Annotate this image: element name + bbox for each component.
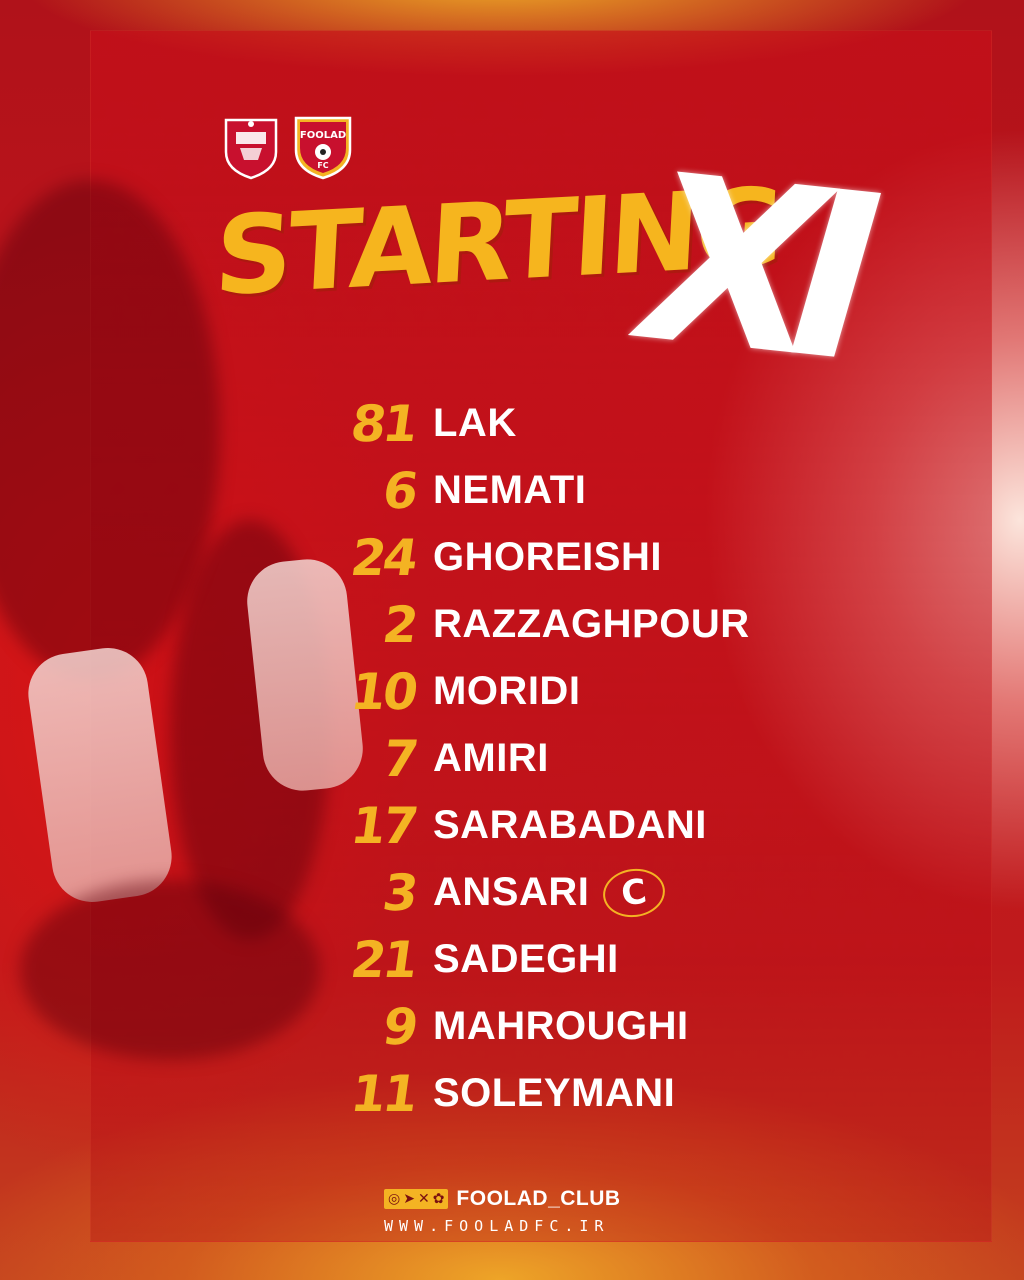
captain-badge: C: [600, 864, 669, 921]
player-number: 81: [347, 394, 420, 453]
lineup-row: 7 AMIRI: [340, 725, 860, 792]
crest-text: FOOLAD: [300, 130, 346, 141]
player-name: SARABADANI: [433, 803, 707, 847]
team-crests: FOOLAD FC: [220, 112, 354, 182]
lineup-row: 21 SADEGHI: [340, 926, 860, 993]
instagram-icon[interactable]: ◎: [388, 1191, 400, 1207]
social-row: ◎ ➤ ✕ ✿ FOOLAD_CLUB: [384, 1187, 684, 1211]
lineup-row: 9 MAHROUGHI: [340, 993, 860, 1060]
player-number: 2: [379, 595, 420, 654]
lineup-row: 11 SOLEYMANI: [340, 1060, 860, 1127]
aparat-icon[interactable]: ✿: [433, 1191, 445, 1207]
player-name: NEMATI: [433, 468, 587, 512]
player-name: SOLEYMANI: [433, 1071, 676, 1115]
player-number: 7: [379, 729, 420, 788]
player-number: 11: [347, 1064, 420, 1123]
lineup-row: 17 SARABADANI: [340, 792, 860, 859]
telegram-icon[interactable]: ➤: [403, 1191, 415, 1207]
lineup-row: 24 GHOREISHI: [340, 524, 860, 591]
lineup-list: 81 LAK 6 NEMATI 24 GHOREISHI 2 RAZZAGHPOUR 10 MOR…: [340, 390, 860, 1127]
lineup-row: 81 LAK: [340, 390, 860, 457]
player-name: GHOREISHI: [433, 535, 662, 579]
lineup-row: 6 NEMATI: [340, 457, 860, 524]
player-name: ANSARI: [433, 870, 590, 914]
player-number: 9: [379, 997, 420, 1056]
player-number: 17: [347, 796, 420, 855]
website-link[interactable]: WWW.FOOLADFC.IR: [384, 1217, 684, 1235]
background-boot: [20, 880, 320, 1060]
player-name: AMIRI: [433, 736, 549, 780]
lineup-row: 3 ANSARI C: [340, 859, 860, 926]
player-name: SADEGHI: [433, 937, 619, 981]
player-number: 6: [379, 461, 420, 520]
foolad-fc-crest-icon: FOOLAD FC: [292, 112, 354, 182]
social-handle[interactable]: FOOLAD_CLUB: [456, 1187, 620, 1211]
player-name: MORIDI: [433, 669, 581, 713]
player-number: 10: [347, 662, 420, 721]
player-number: 3: [379, 863, 420, 922]
player-number: 21: [347, 930, 420, 989]
persepolis-crest-icon: [220, 112, 282, 182]
lineup-row: 2 RAZZAGHPOUR: [340, 591, 860, 658]
social-icons: ◎ ➤ ✕ ✿: [384, 1189, 449, 1209]
footer: ◎ ➤ ✕ ✿ FOOLAD_CLUB WWW.FOOLADFC.IR: [384, 1187, 684, 1235]
player-name: RAZZAGHPOUR: [433, 602, 750, 646]
page-title: STARTING XI: [212, 128, 885, 410]
lineup-poster: FOOLAD FC STARTING XI 81 LAK 6 NEMATI 24 GHOR…: [0, 0, 1024, 1280]
player-number: 24: [347, 528, 420, 587]
x-icon[interactable]: ✕: [418, 1191, 430, 1207]
crest-subtext: FC: [317, 161, 328, 170]
lineup-row: 10 MORIDI: [340, 658, 860, 725]
player-name: MAHROUGHI: [433, 1004, 689, 1048]
player-name: LAK: [433, 401, 517, 445]
